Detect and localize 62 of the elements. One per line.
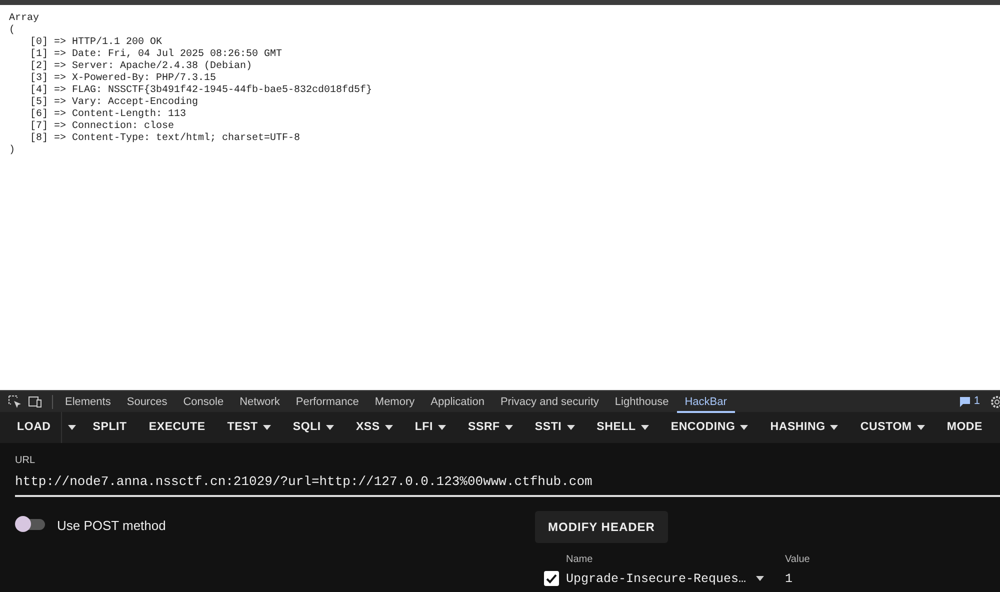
devtools-tab[interactable]: Network [232,390,288,412]
caret-icon [384,425,393,430]
paren-text: ) [9,145,16,157]
menu-button[interactable]: LOAD [6,412,61,443]
paren-text: ( [9,25,16,37]
post-method-label: Use POST method [57,516,166,534]
header-line: [1] => Date: Fri, 04 Jul 2025 08:26:50 GMT [30,49,282,60]
caret-icon [504,425,513,430]
caret-icon [326,425,334,430]
menu-button[interactable]: TEST [216,412,282,443]
value-label: Value [785,552,810,566]
caret-icon [438,425,446,430]
devtools-tab[interactable]: Console [175,390,232,412]
url-field[interactable]: http://node7.anna.nssctf.cn:21029/?url=http://127.0.0.123%00www.ctfhub.com [15,468,1000,496]
caret-icon [916,425,925,430]
header-line: [4] => FLAG: NSSCTF{3b491f42-1945-44fb-bae5-832cd018fd5f} [30,85,372,96]
caret-icon [566,425,575,430]
devtools-tab[interactable]: Elements [57,390,119,412]
menu-button[interactable]: HASHING [759,412,850,443]
header-checkbox[interactable] [544,571,559,586]
header-line: [5] => Vary: Accept-Encoding [30,97,198,108]
header-line: [3] => X-Powered-By: PHP/7.3.15 [30,73,216,84]
menu-button[interactable]: SHELL [586,412,660,443]
devtools-tab[interactable]: Sources [118,390,176,412]
menu-button[interactable]: SSRF [457,412,524,443]
inspect-icon[interactable] [8,394,22,408]
header-line: [0] => HTTP/1.1 200 OK [30,37,162,48]
menu-button[interactable]: MODE [936,412,994,443]
array-label: Array [9,13,40,24]
menu-button[interactable]: CUSTOM [849,412,936,443]
caret-icon [640,425,649,430]
caret-icon [740,425,748,430]
caret-icon[interactable] [756,576,764,582]
device-icon[interactable] [28,394,42,408]
menu-button[interactable]: SSTI [524,412,586,443]
modify-header-button[interactable]: MODIFY HEADER [535,510,668,542]
header-line: [6] => Content-Length: 113 [30,109,186,120]
devtools-tab[interactable]: Lighthouse [606,390,677,412]
caret-icon [830,425,838,430]
devtools-tab[interactable]: Privacy and security [492,390,607,412]
header-line: [8] => Content-Type: text/html; charset=UTF-8 [30,133,300,145]
post-method-toggle[interactable] [15,516,47,532]
caret-icon [262,425,271,430]
issues-counter[interactable]: 1 [960,393,980,410]
url-label: URL [15,454,36,468]
devtools-tab[interactable]: Memory [366,390,423,412]
devtools-tab[interactable]: Application [422,390,492,412]
menu-button[interactable]: ENCODING [660,412,760,443]
caret-icon [68,425,76,430]
devtools-tab[interactable]: Performance [288,390,367,412]
menu-button[interactable]: XSS [344,412,404,443]
settings-icon[interactable] [988,394,1000,408]
header-name-field[interactable]: Upgrade-Insecure-Reques… [566,570,746,588]
menu-button[interactable]: SQLI [282,412,345,443]
message-icon [960,396,970,406]
menu-button[interactable]: LFI [404,412,458,443]
header-line: [2] => Server: Apache/2.4.38 (Debian) [30,61,252,72]
header-value-field[interactable]: 1 [785,570,810,588]
name-label: Name [566,552,594,566]
header-line: [7] => Connection: close [30,121,174,132]
menu-button[interactable]: SPLIT [82,412,138,443]
menu-button[interactable]: EXECUTE [138,412,216,443]
